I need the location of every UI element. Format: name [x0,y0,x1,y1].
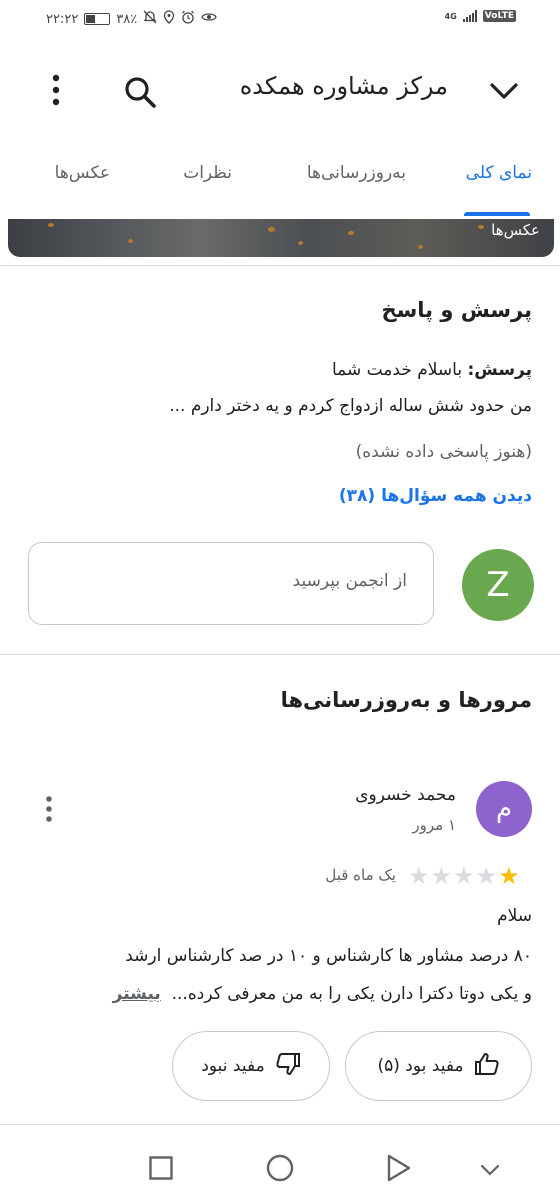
star-icon: ★ [453,862,475,890]
battery-percent: ۳۸٪ [116,11,138,27]
search-icon[interactable] [122,74,158,110]
star-icon: ★ [430,862,453,890]
ask-community-input[interactable]: از انجمن بپرسید [28,542,434,625]
ask-placeholder: از انجمن بپرسید [292,571,407,591]
read-more-link[interactable]: بیشتر [113,984,161,1004]
location-icon [163,10,175,28]
signal-icon [462,10,477,22]
star-icon: ★ [408,862,430,890]
review-body-text: و یکی دوتا دکترا دارن یکی را به من معرفی… [171,984,532,1004]
thumbs-down-icon [275,1052,301,1081]
helpful-button[interactable]: مفید بود (۵) [345,1031,532,1101]
eye-icon [201,11,217,27]
divider [0,1124,560,1125]
tab-overview[interactable]: نمای کلی [466,163,532,183]
app-bar: مرکز مشاوره همکده [0,50,560,130]
tab-photos[interactable]: عکس‌ها [55,163,110,183]
question-line-1: پرسش: باسلام خدمت شما [332,360,532,380]
tab-updates[interactable]: به‌روزرسانی‌ها [307,163,406,183]
divider [0,265,560,266]
helpful-label: مفید بود (۵) [377,1056,464,1076]
active-tab-indicator [464,212,530,216]
photos-label: عکس‌ها [491,221,540,239]
review-time: یک ماه قبل [325,866,396,884]
status-time: ۲۲:۲۲ [46,11,79,27]
status-left: ۲۲:۲۲ ۳۸٪ [46,10,217,28]
chevron-down-icon[interactable] [488,80,520,102]
status-right: 4G VoLTE [445,10,516,22]
review-body-line-1: ۸۰ درصد مشاور ها کارشناس و ۱۰ در صد کارش… [125,946,532,966]
star-icon: ★ [498,862,520,890]
review-options-icon[interactable] [40,795,58,825]
photo-strip[interactable] [8,219,554,257]
divider [0,654,560,655]
user-avatar: Z [462,549,534,621]
thumbs-up-icon [474,1052,500,1081]
not-helpful-label: مفید نبود [201,1056,265,1076]
reviewer-meta: ۱ مرور [412,816,456,834]
rating-stars: ★ ★ ★ ★ ★ [408,864,520,888]
question-prefix: پرسش: [467,360,532,380]
recents-icon[interactable] [149,1156,173,1180]
see-all-questions-link[interactable]: دیدن همه سؤال‌ها (۳۸) [339,486,532,506]
reviewer-name[interactable]: محمد خسروی [355,785,456,805]
qa-title: پرسش و پاسخ [381,298,532,322]
page-title: مرکز مشاوره همکده [239,72,448,100]
no-answer-text: (هنوز پاسخی داده نشده) [355,442,532,462]
reviews-title: مرورها و به‌روزرسانی‌ها [280,688,532,712]
question-line-2[interactable]: من حدود شش ساله ازدواج کردم و یه دختر دا… [169,396,532,416]
user-initial: Z [486,565,510,605]
reviewer-initial: م [495,794,513,824]
tab-bar: نمای کلی به‌روزرسانی‌ها نظرات عکس‌ها [0,140,560,216]
home-icon[interactable] [266,1154,294,1182]
reviewer-avatar[interactable]: م [476,781,532,837]
network-label: 4G [444,11,457,21]
not-helpful-button[interactable]: مفید نبود [172,1031,330,1101]
back-icon[interactable] [386,1154,412,1182]
hide-nav-chevron-icon[interactable] [480,1162,500,1176]
star-icon: ★ [475,862,498,890]
status-bar: ۲۲:۲۲ ۳۸٪ 4G VoLTE [0,0,560,40]
mute-icon [143,10,157,28]
battery-icon [84,13,111,25]
volte-badge: VoLTE [482,10,516,22]
question-text: باسلام خدمت شما [331,360,468,380]
system-nav-bar [0,1128,560,1200]
review-body-line-2: و یکی دوتا دکترا دارن یکی را به من معرفی… [113,984,532,1004]
alarm-icon [181,10,195,28]
more-options-icon[interactable] [44,72,68,108]
tab-reviews[interactable]: نظرات [183,163,232,183]
review-greeting: سلام [497,906,532,926]
